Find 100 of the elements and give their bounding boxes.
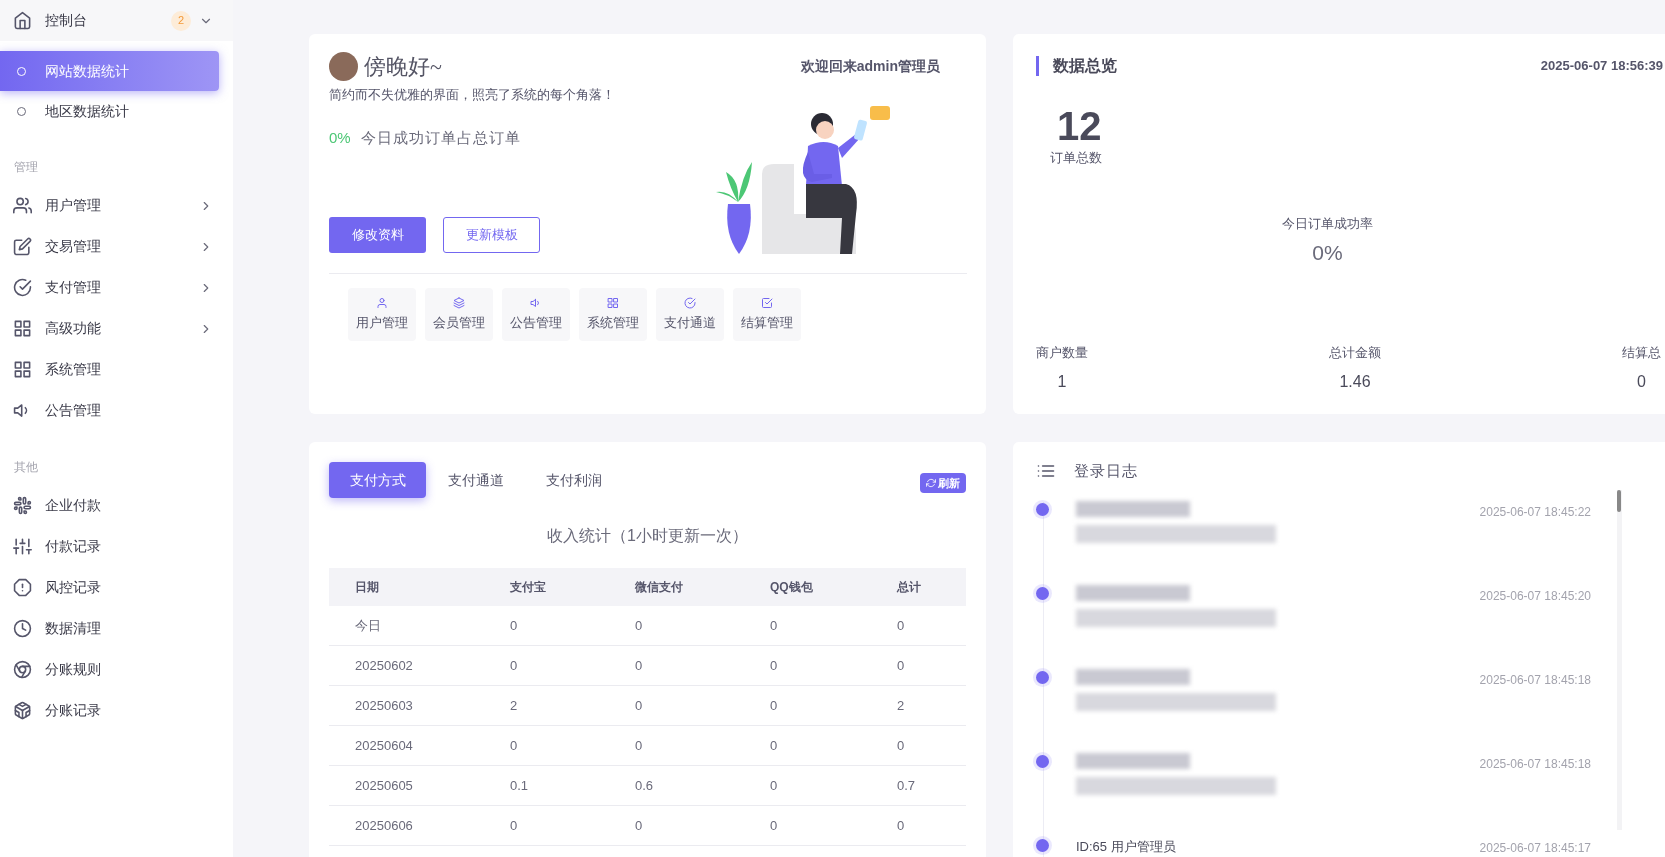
subtitle: 简约而不失优雅的界面，照亮了系统的每个角落！ xyxy=(329,86,615,104)
tab[interactable]: 支付利润 xyxy=(525,462,622,498)
table-cell-text: 0 xyxy=(769,736,779,755)
column-header: 支付宝 xyxy=(509,579,547,596)
log-time: 2025-06-07 18:45:17 xyxy=(1479,839,1591,857)
action-button[interactable]: 更新模板 xyxy=(443,217,540,253)
table-cell-text: 20250606 xyxy=(354,816,414,835)
column-header: 微信支付 xyxy=(634,579,684,596)
avatar xyxy=(329,52,358,81)
sidebar-item[interactable]: 分账记录 xyxy=(0,690,233,731)
stat-value: 0 xyxy=(1637,372,1646,392)
log-time: 2025-06-07 18:45:20 xyxy=(1479,587,1591,605)
welcome-text: 欢迎回来admin管理员 xyxy=(800,57,940,76)
table-cell-text: 0 xyxy=(634,656,644,675)
log-time: 2025-06-07 18:45:18 xyxy=(1479,671,1591,689)
shortcut-tile[interactable]: 系统管理 xyxy=(579,288,647,341)
column-header: QQ钱包 xyxy=(769,579,814,596)
card-title: 数据总览 xyxy=(1053,56,1117,76)
card-title: 登录日志 xyxy=(1074,461,1138,481)
table-cell-text: 0 xyxy=(896,616,906,635)
sidebar-item[interactable]: 风控记录 xyxy=(0,567,233,608)
greeting: 傍晚好~ xyxy=(364,53,442,81)
edit-icon xyxy=(13,237,32,256)
speaker-icon xyxy=(530,296,542,309)
tab[interactable]: 支付方式 xyxy=(329,462,426,498)
check-circle-icon xyxy=(13,278,32,297)
table-cell-text: 2 xyxy=(896,696,906,715)
table-cell-text: 0 xyxy=(769,776,779,795)
sidebar-item[interactable]: 系统管理 xyxy=(0,349,233,390)
submenu-item[interactable]: 地区数据统计 xyxy=(0,91,219,131)
cube-icon xyxy=(13,701,32,720)
log-time: 2025-06-07 18:45:18 xyxy=(1479,755,1591,773)
stat-value: 1.46 xyxy=(1339,372,1371,392)
table-cell-text: 20250604 xyxy=(354,736,414,755)
sidebar-item[interactable]: 高级功能 xyxy=(0,308,233,349)
table-cell-text: 20250605 xyxy=(354,776,414,795)
shortcut-tile[interactable]: 结算管理 xyxy=(733,288,801,341)
table-cell-text: 今日 xyxy=(354,616,382,635)
table-cell-text: 0.1 xyxy=(509,776,530,795)
tab[interactable]: 支付通道 xyxy=(427,462,524,498)
sidebar-item[interactable]: 企业付款 xyxy=(0,485,233,526)
stat-label: 总计金额 xyxy=(1329,343,1381,362)
section-heading: 管理 xyxy=(13,159,38,176)
clock-icon xyxy=(13,619,32,638)
table-cell-text: 0 xyxy=(509,736,519,755)
shortcut-tile[interactable]: 支付通道 xyxy=(656,288,724,341)
sidebar-item[interactable]: 付款记录 xyxy=(0,526,233,567)
order-total: 12 xyxy=(1057,104,1102,148)
refresh-icon xyxy=(926,478,936,488)
table-cell-text: 0 xyxy=(769,616,779,635)
grid-icon xyxy=(13,319,32,338)
table-cell-text: 0 xyxy=(509,616,519,635)
shortcut-tile[interactable]: 用户管理 xyxy=(348,288,416,341)
grid-icon xyxy=(607,296,619,309)
table-title: 收入统计（1小时更新一次） xyxy=(547,526,748,546)
sidebar-item[interactable]: 数据清理 xyxy=(0,608,233,649)
sidebar-item[interactable]: 公告管理 xyxy=(0,390,233,431)
scrollbar-thumb[interactable] xyxy=(1617,490,1621,512)
column-header: 总计 xyxy=(895,579,922,596)
chrome-icon xyxy=(13,660,32,679)
grid-icon xyxy=(13,360,32,379)
check-square-icon xyxy=(761,296,773,309)
sidebar-item[interactable]: 分账规则 xyxy=(0,649,233,690)
sidebar-item[interactable]: 交易管理 xyxy=(0,226,233,267)
table-cell-text: 0 xyxy=(769,656,779,675)
table-cell-text: 0 xyxy=(769,696,779,715)
table-cell-text: 0.7 xyxy=(896,776,917,795)
log-title: ID:65 用户管理员 xyxy=(1076,837,1176,856)
order-total-label: 订单总数 xyxy=(1050,149,1102,167)
shortcut-tile[interactable]: 会员管理 xyxy=(425,288,493,341)
table-cell-text: 0 xyxy=(896,656,906,675)
table-cell-text: 0 xyxy=(634,696,644,715)
sidebar-item[interactable]: 用户管理 xyxy=(0,185,233,226)
house-icon xyxy=(13,11,32,30)
table-cell-text: 0 xyxy=(509,816,519,835)
table-cell-text: 0 xyxy=(634,736,644,755)
sidebar-item[interactable]: 支付管理 xyxy=(0,267,233,308)
table-cell-text: 0 xyxy=(634,816,644,835)
rate-value: 0% xyxy=(329,127,351,148)
action-button[interactable]: 修改资料 xyxy=(329,217,426,253)
table-cell-text: 0 xyxy=(896,816,906,835)
table-cell-text: 0.6 xyxy=(634,776,655,795)
submenu-item[interactable]: 网站数据统计 xyxy=(0,51,219,91)
count-badge: 2 xyxy=(171,10,191,31)
section-heading: 其他 xyxy=(13,459,38,476)
refresh-button[interactable]: 刷新 xyxy=(920,473,966,493)
column-header: 日期 xyxy=(354,579,380,596)
users-icon xyxy=(13,196,32,215)
table-cell-text: 0 xyxy=(769,816,779,835)
log-time: 2025-06-07 18:45:22 xyxy=(1479,503,1591,521)
rate-label: 今日成功订单占总订单 xyxy=(360,127,521,148)
shortcut-tile[interactable]: 公告管理 xyxy=(502,288,570,341)
current-time: 2025-06-07 18:56:39 xyxy=(1540,57,1663,76)
sliders-icon xyxy=(13,537,32,556)
table-cell-text: 0 xyxy=(509,656,519,675)
stat-label: 结算总 xyxy=(1622,343,1661,362)
stat-label: 商户数量 xyxy=(1036,343,1088,362)
sidebar-item[interactable]: 控制台 2 xyxy=(0,0,233,41)
table-cell-text: 2 xyxy=(509,696,519,715)
table-cell-text: 0 xyxy=(634,616,644,635)
